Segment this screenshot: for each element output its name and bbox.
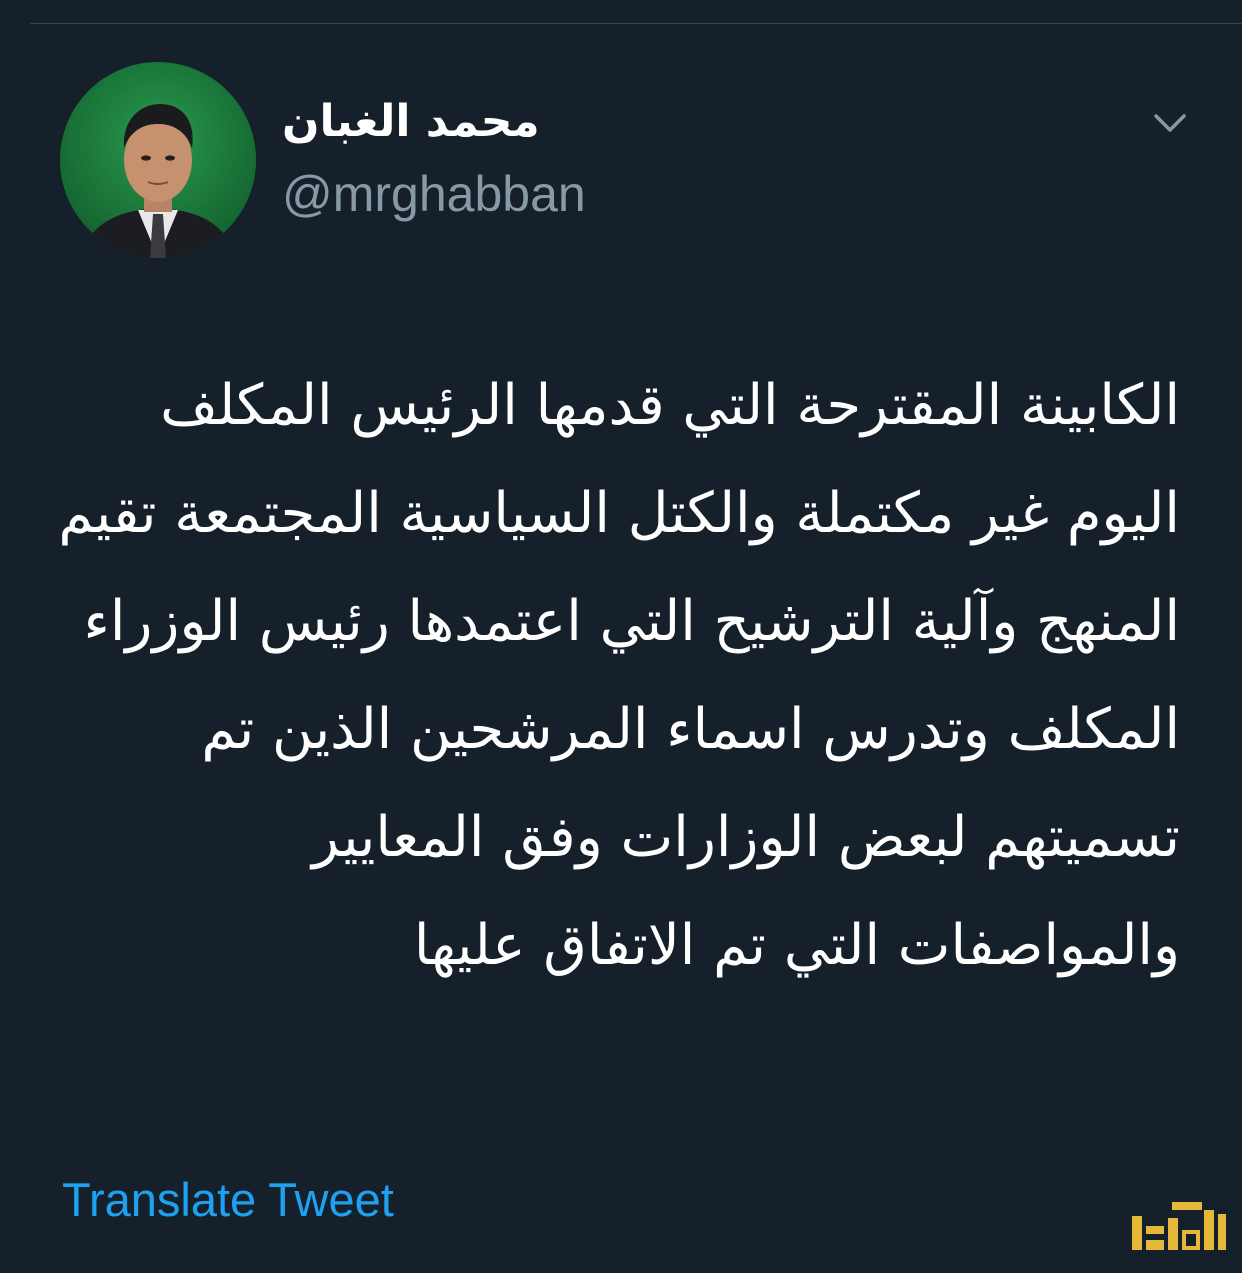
display-name-text[interactable]: محمد الغبان bbox=[282, 90, 540, 154]
avatar-image bbox=[60, 62, 256, 258]
tweet-text: الكابينة المقترحة التي قدمها الرئيس المك… bbox=[58, 373, 1180, 978]
watermark-logo bbox=[1128, 1196, 1230, 1254]
display-name[interactable]: محمد الغبان bbox=[282, 90, 882, 154]
top-divider bbox=[30, 23, 1242, 24]
chevron-down-icon[interactable] bbox=[1150, 108, 1190, 140]
user-handle[interactable]: @mrghabban bbox=[282, 164, 586, 224]
translate-tweet-link[interactable]: Translate Tweet bbox=[62, 1170, 394, 1230]
avatar[interactable] bbox=[60, 62, 256, 258]
